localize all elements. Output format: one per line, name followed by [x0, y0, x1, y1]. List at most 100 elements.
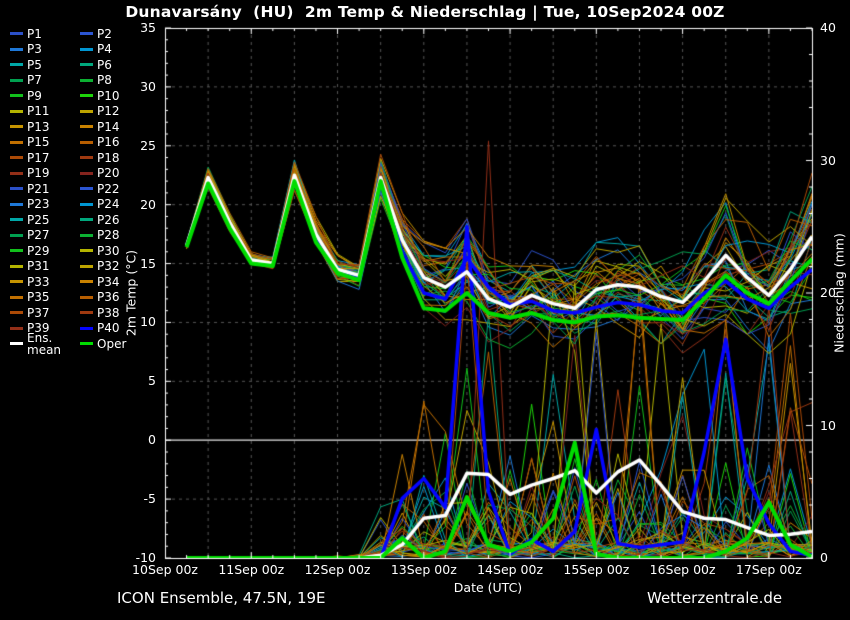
legend-line-swatch-p25 — [10, 218, 23, 221]
legend-label-p14: P14 — [97, 121, 120, 133]
legend-label-p35: P35 — [27, 291, 50, 303]
legend-line-swatch-p18 — [80, 156, 93, 159]
legend-label-p30: P30 — [97, 245, 120, 257]
legend-label-p12: P12 — [97, 105, 120, 117]
ensemble-meteogram: Dunavarsány (HU) 2m Temp & Niederschlag … — [0, 0, 850, 620]
legend-item-p29: P29 — [10, 245, 80, 257]
legend-label-p23: P23 — [27, 198, 50, 210]
legend-line-swatch-p26 — [80, 218, 93, 221]
legend-label-ens-mean: Ens. mean — [27, 332, 80, 356]
date-tick-label: 14Sep 00z — [470, 562, 550, 577]
legend-label-p33: P33 — [27, 276, 50, 288]
legend-label-p6: P6 — [97, 59, 112, 71]
legend-item-p4: P4 — [80, 43, 150, 55]
legend-row: P35P36 — [10, 290, 170, 306]
legend-label-p15: P15 — [27, 136, 50, 148]
legend-line-swatch-p27 — [10, 234, 23, 237]
legend-line-swatch-p28 — [80, 234, 93, 237]
legend-item-p9: P9 — [10, 90, 80, 102]
legend-line-swatch-p13 — [10, 125, 23, 128]
legend-label-p25: P25 — [27, 214, 50, 226]
legend-line-swatch-p16 — [80, 141, 93, 144]
legend-label-p16: P16 — [97, 136, 120, 148]
legend-line-swatch-p4 — [80, 48, 93, 51]
legend-item-oper: Oper — [80, 338, 150, 350]
legend-line-swatch-p31 — [10, 265, 23, 268]
legend-item-p12: P12 — [80, 105, 150, 117]
legend-label-p7: P7 — [27, 74, 42, 86]
legend-line-swatch-p38 — [80, 311, 93, 314]
legend-line-swatch-p1 — [10, 32, 23, 35]
legend-line-swatch-p30 — [80, 249, 93, 252]
legend-line-swatch-p29 — [10, 249, 23, 252]
legend-item-p17: P17 — [10, 152, 80, 164]
legend-item-p33: P33 — [10, 276, 80, 288]
legend-line-swatch-p7 — [10, 79, 23, 82]
precip-tick-label: 40 — [820, 20, 836, 35]
x-axis-label: Date (UTC) — [454, 580, 522, 595]
legend-item-p26: P26 — [80, 214, 150, 226]
temp-tick-label: 0 — [122, 432, 156, 447]
legend-label-p2: P2 — [97, 28, 112, 40]
legend-item-p31: P31 — [10, 260, 80, 272]
date-tick-label: 13Sep 00z — [384, 562, 464, 577]
legend-line-swatch-p9 — [10, 94, 23, 97]
legend-line-swatch-p21 — [10, 187, 23, 190]
chart-title: Dunavarsány (HU) 2m Temp & Niederschlag … — [0, 3, 850, 21]
date-tick-label: 17Sep 00z — [729, 562, 809, 577]
legend-item-ens-mean: Ens. mean — [10, 332, 80, 356]
legend-item-p13: P13 — [10, 121, 80, 133]
legend-item-p15: P15 — [10, 136, 80, 148]
legend-label-p19: P19 — [27, 167, 50, 179]
legend-label-p27: P27 — [27, 229, 50, 241]
legend-label-p18: P18 — [97, 152, 120, 164]
legend-line-swatch-p3 — [10, 48, 23, 51]
temp-tick-label: 35 — [122, 20, 156, 35]
legend-label-p10: P10 — [97, 90, 120, 102]
legend-row: P33 P34 — [10, 274, 170, 290]
legend-line-swatch-p17 — [10, 156, 23, 159]
legend-line-swatch-p24 — [80, 203, 93, 206]
legend-item-p28: P28 — [80, 229, 150, 241]
legend-label-p31: P31 — [27, 260, 50, 272]
legend-line-swatch-p39 — [10, 327, 23, 330]
legend-label-p24: P24 — [97, 198, 120, 210]
legend-line-swatch-p10 — [80, 94, 93, 97]
legend-label-p5: P5 — [27, 59, 42, 71]
legend-item-p19: P19 — [10, 167, 80, 179]
legend-row: P5 P6 — [10, 57, 170, 73]
legend-item-p27: P27 — [10, 229, 80, 241]
legend-line-swatch-p8 — [80, 79, 93, 82]
legend-line-swatch-p22 — [80, 187, 93, 190]
legend-label-p1: P1 — [27, 28, 42, 40]
legend-item-p21: P21 — [10, 183, 80, 195]
legend-line-swatch-p40 — [80, 327, 93, 330]
date-tick-label: 11Sep 00z — [211, 562, 291, 577]
temp-tick-label: 30 — [122, 79, 156, 94]
precip-tick-label: 30 — [820, 153, 836, 168]
legend-label-p17: P17 — [27, 152, 50, 164]
legend-line-swatch-p12 — [80, 110, 93, 113]
legend-item-p22: P22 — [80, 183, 150, 195]
legend-line-swatch-p36 — [80, 296, 93, 299]
legend-line-swatch-p23 — [10, 203, 23, 206]
date-tick-label: 15Sep 00z — [556, 562, 636, 577]
legend-line-swatch-p32 — [80, 265, 93, 268]
legend-row: P13 P14 — [10, 119, 170, 135]
legend-item-p3: P3 — [10, 43, 80, 55]
legend-label-p29: P29 — [27, 245, 50, 257]
legend-label-p21: P21 — [27, 183, 50, 195]
legend-item-p25: P25 — [10, 214, 80, 226]
legend-item-p7: P7 — [10, 74, 80, 86]
legend-label-p34: P34 — [97, 276, 120, 288]
legend-line-swatch-p33 — [10, 280, 23, 283]
watermark-text: Wetterzentrale.de — [647, 589, 782, 607]
legend-label-p13: P13 — [27, 121, 50, 133]
legend-item-p14: P14 — [80, 121, 150, 133]
legend-label-p32: P32 — [97, 260, 120, 272]
legend-row: P19P20 — [10, 166, 170, 182]
legend-label-p9: P9 — [27, 90, 42, 102]
legend-line-swatch-p34 — [80, 280, 93, 283]
legend-line-swatch-p2 — [80, 32, 93, 35]
legend-line-swatch-p6 — [80, 63, 93, 66]
